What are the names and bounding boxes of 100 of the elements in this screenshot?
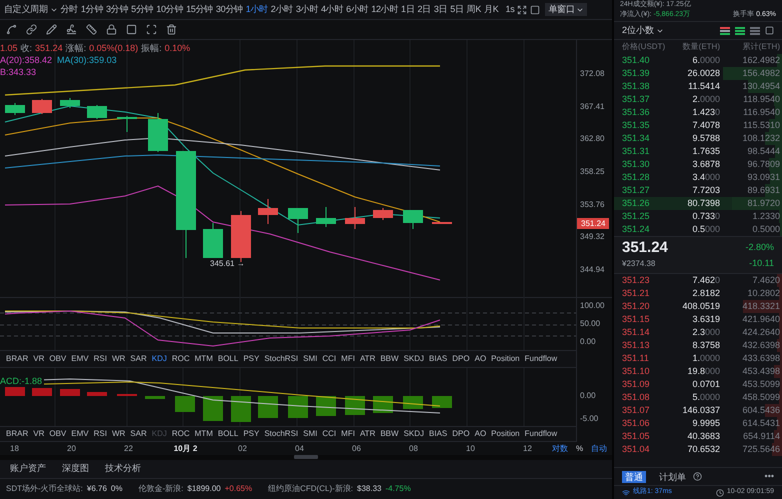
ask-row[interactable]: 351.40 6.0000 162.4982 xyxy=(614,54,782,67)
bid-row[interactable]: 351.04 70.6532 725.5646 xyxy=(614,442,782,456)
indicator-tab[interactable]: WR xyxy=(112,354,126,364)
indicator-tab[interactable]: MFI xyxy=(341,354,355,364)
indicator-tab[interactable]: AO xyxy=(474,354,486,364)
period-tab[interactable]: 1小时 xyxy=(246,2,268,16)
indicator-tab[interactable]: WR xyxy=(112,429,126,439)
indicator-tab[interactable]: RSI xyxy=(94,354,107,364)
pencil-icon[interactable] xyxy=(46,24,57,35)
indicator-tab[interactable]: Fundflow xyxy=(524,429,558,439)
ask-row[interactable]: 351.30 3.6878 96.7809 xyxy=(614,158,782,171)
ask-row[interactable]: 351.36 1.4230 116.9540 xyxy=(614,106,782,119)
period-tab[interactable]: 12小时 xyxy=(371,2,398,16)
indicator-tab[interactable]: AO xyxy=(474,429,486,439)
indicator-tab[interactable]: BRAR xyxy=(6,429,28,439)
second-interval-button[interactable]: 1s xyxy=(505,2,514,16)
panel-tab[interactable]: 账户资产 xyxy=(10,462,46,476)
indicator-tab[interactable]: EMV xyxy=(71,354,89,364)
ask-row[interactable]: 351.24 0.5000 0.5000 xyxy=(614,223,782,236)
scan-icon[interactable] xyxy=(146,24,157,35)
indicator-tab[interactable]: BOLL xyxy=(218,429,238,439)
period-tab[interactable]: 5日 xyxy=(450,2,464,16)
indicator-tab[interactable]: SKDJ xyxy=(404,354,424,364)
indicator-tab[interactable]: BIAS xyxy=(429,354,448,364)
indicator-tab[interactable]: BBW xyxy=(380,429,399,439)
indicator-tab[interactable]: EMV xyxy=(71,429,89,439)
indicator-tab[interactable]: BOLL xyxy=(218,354,238,364)
indicator-tab[interactable]: SKDJ xyxy=(404,429,424,439)
bid-row[interactable]: 351.14 2.3000 424.2640 xyxy=(614,326,782,338)
indicator-tab[interactable]: StochRSI xyxy=(264,429,298,439)
period-tab[interactable]: 周K xyxy=(466,2,482,16)
bid-row[interactable]: 351.08 5.0000 458.5099 xyxy=(614,390,782,404)
period-tab[interactable]: 1日 xyxy=(401,2,414,16)
indicator-tab[interactable]: SMI xyxy=(303,429,318,439)
ask-row[interactable]: 351.25 0.7330 1.2330 xyxy=(614,210,782,223)
period-tab[interactable]: 3分钟 xyxy=(106,2,128,16)
period-tab[interactable]: 10分钟 xyxy=(156,2,184,16)
book-asks-icon[interactable] xyxy=(750,26,760,34)
help-icon[interactable] xyxy=(693,472,702,481)
indicator-tab[interactable]: SAR xyxy=(130,354,147,364)
indicator-tab[interactable]: CCI xyxy=(322,354,336,364)
period-tab[interactable]: 6小时 xyxy=(346,2,368,16)
indicator-tab[interactable]: PSY xyxy=(243,429,260,439)
indicator-tab[interactable]: Position xyxy=(491,354,520,364)
panel-tab[interactable]: 深度图 xyxy=(62,462,89,476)
axis-option[interactable]: % xyxy=(576,442,584,454)
bid-row[interactable]: 351.21 2.8182 10.2802 xyxy=(614,286,782,300)
bid-row[interactable]: 351.10 19.8000 453.4398 xyxy=(614,364,782,378)
indicator-tab[interactable]: SMI xyxy=(303,354,318,364)
indicator-tab[interactable]: DPO xyxy=(452,429,470,439)
indicator-tab[interactable]: DPO xyxy=(452,354,470,364)
line-tool-icon[interactable] xyxy=(6,24,17,35)
ruler-icon[interactable] xyxy=(86,24,97,35)
indicator-tab[interactable]: ATR xyxy=(360,429,376,439)
indicator-tab[interactable]: CCI xyxy=(322,429,336,439)
resize-handle[interactable] xyxy=(294,455,318,459)
book-both-sides-icon[interactable] xyxy=(720,26,730,34)
period-tab[interactable]: 30分钟 xyxy=(216,2,243,16)
indicator-tab[interactable]: MTM xyxy=(194,354,213,364)
indicator-tab[interactable]: Position xyxy=(491,429,520,439)
indicator-tab[interactable]: RSI xyxy=(94,429,107,439)
fullscreen-icon[interactable] xyxy=(517,4,528,14)
bid-row[interactable]: 351.11 1.0000 433.6398 xyxy=(614,352,782,364)
precision-dropdown[interactable]: 2位小数 xyxy=(622,24,664,38)
indicator-tab[interactable]: MFI xyxy=(341,429,355,439)
window-icon[interactable] xyxy=(530,4,540,14)
order-type-tab[interactable]: 计划单 xyxy=(656,470,689,482)
period-tab[interactable]: 2小时 xyxy=(270,2,293,16)
period-tab[interactable]: 15分钟 xyxy=(186,2,213,16)
ask-row[interactable]: 351.37 2.0000 118.9540 xyxy=(614,93,782,106)
more-menu[interactable]: ••• xyxy=(764,470,774,484)
period-tab[interactable]: 2日 xyxy=(417,2,431,16)
signature-icon[interactable] xyxy=(66,24,77,35)
indicator-tab[interactable]: OBV xyxy=(49,429,66,439)
bid-row[interactable]: 351.09 0.0701 453.5099 xyxy=(614,378,782,390)
window-mode-dropdown[interactable]: 单窗口 xyxy=(545,3,586,16)
indicator-tab[interactable]: ATR xyxy=(360,354,376,364)
period-tab[interactable]: 3日 xyxy=(434,2,448,16)
ask-row[interactable]: 351.27 7.7203 89.6931 xyxy=(614,184,782,197)
indicator-tab[interactable]: ROC xyxy=(172,429,190,439)
ask-row[interactable]: 351.39 26.0028 156.4982 xyxy=(614,67,782,80)
ask-row[interactable]: 351.26 80.7398 81.9720 xyxy=(614,197,782,210)
book-bids-icon[interactable] xyxy=(735,26,745,34)
square-icon[interactable] xyxy=(765,26,774,35)
panel-tab[interactable]: 技术分析 xyxy=(105,462,141,476)
bid-row[interactable]: 351.07 146.0337 604.5436 xyxy=(614,404,782,416)
ask-row[interactable]: 351.31 1.7635 98.5444 xyxy=(614,145,782,158)
period-tab[interactable]: 3小时 xyxy=(296,2,318,16)
indicator-tab[interactable]: BIAS xyxy=(429,429,448,439)
indicator-tab[interactable]: Fundflow xyxy=(524,354,558,364)
custom-period-dropdown[interactable]: 自定义周期 xyxy=(4,2,58,16)
indicator-tab[interactable]: KDJ xyxy=(152,354,167,364)
ask-row[interactable]: 351.35 7.4078 115.5310 xyxy=(614,119,782,132)
period-tab[interactable]: 5分钟 xyxy=(131,2,154,16)
indicator-tab[interactable]: MTM xyxy=(194,429,213,439)
indicator-tab[interactable]: OBV xyxy=(49,354,66,364)
indicator-tab[interactable]: BRAR xyxy=(6,354,28,364)
lock-icon[interactable] xyxy=(106,24,117,35)
bid-row[interactable]: 351.05 40.3683 654.9114 xyxy=(614,430,782,442)
order-type-tab[interactable]: 普通 xyxy=(622,470,646,482)
